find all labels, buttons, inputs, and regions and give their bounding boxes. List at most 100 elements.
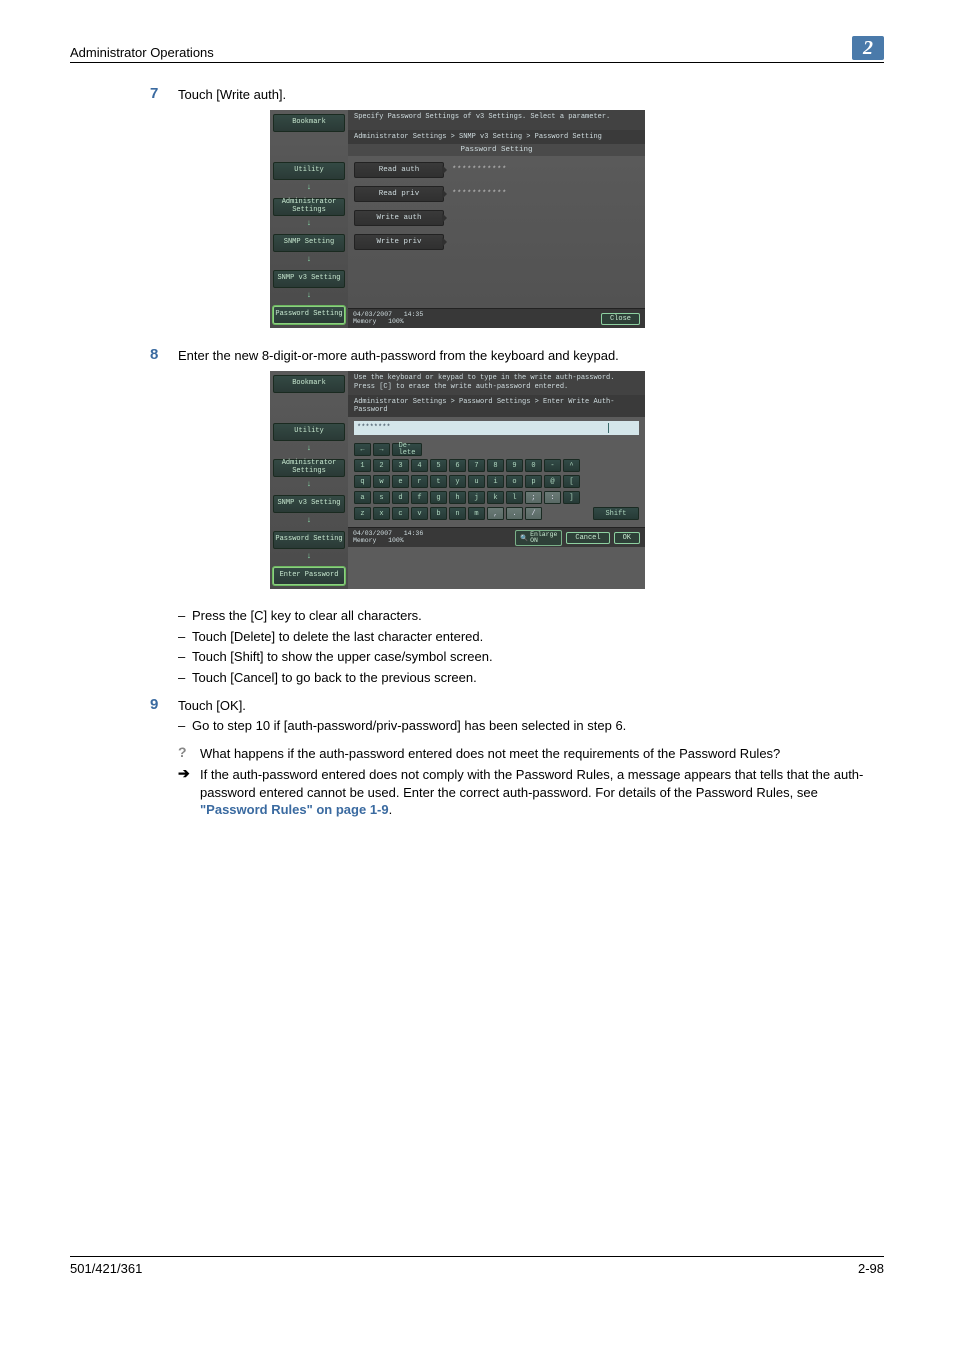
- key[interactable]: :: [544, 491, 561, 504]
- instruction-text: Use the keyboard or keypad to type in th…: [348, 371, 645, 395]
- answer-item: ➔ If the auth-password entered does not …: [178, 766, 884, 819]
- step-8-notes: Press the [C] key to clear all character…: [178, 607, 884, 686]
- enter-password-button[interactable]: Enter Password: [273, 567, 345, 585]
- foot-memory-label: Memory: [353, 318, 376, 325]
- key[interactable]: ,: [487, 507, 504, 520]
- write-priv-button[interactable]: Write priv: [354, 234, 444, 250]
- screenshot-password-setting: Bookmark Utility ↓ Administrator Setting…: [270, 110, 645, 328]
- key[interactable]: 6: [449, 459, 466, 472]
- step-7-text: Touch [Write auth].: [178, 85, 286, 102]
- key[interactable]: p: [525, 475, 542, 488]
- key[interactable]: @: [544, 475, 561, 488]
- step-8-number: 8: [150, 346, 178, 363]
- arrow-right-icon: ➔: [178, 766, 192, 819]
- key[interactable]: l: [506, 491, 523, 504]
- key[interactable]: ]: [563, 491, 580, 504]
- answer-text: If the auth-password entered does not co…: [200, 766, 884, 819]
- key[interactable]: 5: [430, 459, 447, 472]
- key[interactable]: y: [449, 475, 466, 488]
- cancel-button[interactable]: Cancel: [566, 532, 609, 544]
- list-item: Touch [Delete] to delete the last charac…: [178, 628, 884, 646]
- screenshot-enter-password: Bookmark Utility ↓ Administrator Setting…: [270, 371, 645, 589]
- read-priv-value: ***********: [452, 190, 507, 198]
- key[interactable]: 7: [468, 459, 485, 472]
- password-rules-link[interactable]: "Password Rules" on page 1-9: [200, 802, 389, 817]
- admin-settings-button[interactable]: Administrator Settings: [273, 459, 345, 477]
- arrow-right-key[interactable]: →: [373, 443, 390, 456]
- key[interactable]: 2: [373, 459, 390, 472]
- ok-button[interactable]: OK: [614, 532, 640, 544]
- write-auth-button[interactable]: Write auth: [354, 210, 444, 226]
- key[interactable]: u: [468, 475, 485, 488]
- snmp-v3-setting-button[interactable]: SNMP v3 Setting: [273, 495, 345, 513]
- step-9-text: Touch [OK].: [178, 696, 246, 713]
- arrow-down-icon: ↓: [302, 551, 316, 561]
- key[interactable]: e: [392, 475, 409, 488]
- key[interactable]: f: [411, 491, 428, 504]
- key[interactable]: 3: [392, 459, 409, 472]
- arrow-down-icon: ↓: [302, 254, 316, 264]
- key[interactable]: m: [468, 507, 485, 520]
- shift-key[interactable]: Shift: [593, 507, 639, 520]
- key[interactable]: c: [392, 507, 409, 520]
- key[interactable]: z: [354, 507, 371, 520]
- arrow-down-icon: ↓: [302, 182, 316, 192]
- keyboard-row-1: 1 2 3 4 5 6 7 8 9 0 - ^: [354, 459, 639, 472]
- key[interactable]: a: [354, 491, 371, 504]
- footer-page-number: 2-98: [858, 1261, 884, 1276]
- read-auth-button[interactable]: Read auth: [354, 162, 444, 178]
- key[interactable]: 8: [487, 459, 504, 472]
- admin-settings-button[interactable]: Administrator Settings: [273, 198, 345, 216]
- key[interactable]: ;: [525, 491, 542, 504]
- utility-button[interactable]: Utility: [273, 162, 345, 180]
- key[interactable]: [: [563, 475, 580, 488]
- key[interactable]: h: [449, 491, 466, 504]
- arrow-down-icon: ↓: [302, 218, 316, 228]
- step-9-number: 9: [150, 696, 178, 713]
- bookmark-button[interactable]: Bookmark: [273, 114, 345, 132]
- key[interactable]: o: [506, 475, 523, 488]
- key[interactable]: g: [430, 491, 447, 504]
- key[interactable]: ^: [563, 459, 580, 472]
- key[interactable]: 0: [525, 459, 542, 472]
- enlarge-button[interactable]: 🔍Enlarge ON: [515, 530, 562, 546]
- key[interactable]: t: [430, 475, 447, 488]
- key[interactable]: k: [487, 491, 504, 504]
- bookmark-button[interactable]: Bookmark: [273, 375, 345, 393]
- key[interactable]: b: [430, 507, 447, 520]
- keyboard-row-4: z x c v b n m , . / Shift: [354, 507, 639, 520]
- key[interactable]: i: [487, 475, 504, 488]
- key[interactable]: q: [354, 475, 371, 488]
- snmp-setting-button[interactable]: SNMP Setting: [273, 234, 345, 252]
- key[interactable]: x: [373, 507, 390, 520]
- arrow-down-icon: ↓: [302, 290, 316, 300]
- key[interactable]: s: [373, 491, 390, 504]
- key[interactable]: w: [373, 475, 390, 488]
- snmp-v3-setting-button[interactable]: SNMP v3 Setting: [273, 270, 345, 288]
- breadcrumb: Administrator Settings > Password Settin…: [348, 395, 645, 417]
- password-setting-button[interactable]: Password Setting: [273, 306, 345, 324]
- key[interactable]: j: [468, 491, 485, 504]
- page-header-title: Administrator Operations: [70, 45, 214, 60]
- key[interactable]: /: [525, 507, 542, 520]
- key[interactable]: 9: [506, 459, 523, 472]
- close-button[interactable]: Close: [601, 313, 640, 325]
- key[interactable]: 1: [354, 459, 371, 472]
- key[interactable]: n: [449, 507, 466, 520]
- arrow-left-key[interactable]: ←: [354, 443, 371, 456]
- footer-model: 501/421/361: [70, 1261, 142, 1276]
- key[interactable]: 4: [411, 459, 428, 472]
- read-priv-button[interactable]: Read priv: [354, 186, 444, 202]
- key[interactable]: r: [411, 475, 428, 488]
- list-item: Touch [Shift] to show the upper case/sym…: [178, 648, 884, 666]
- read-auth-value: ***********: [452, 166, 507, 174]
- list-item: Press the [C] key to clear all character…: [178, 607, 884, 625]
- delete-key[interactable]: De- lete: [392, 443, 422, 456]
- key[interactable]: -: [544, 459, 561, 472]
- utility-button[interactable]: Utility: [273, 423, 345, 441]
- password-input[interactable]: ********: [354, 421, 639, 435]
- password-setting-button[interactable]: Password Setting: [273, 531, 345, 549]
- key[interactable]: .: [506, 507, 523, 520]
- key[interactable]: d: [392, 491, 409, 504]
- key[interactable]: v: [411, 507, 428, 520]
